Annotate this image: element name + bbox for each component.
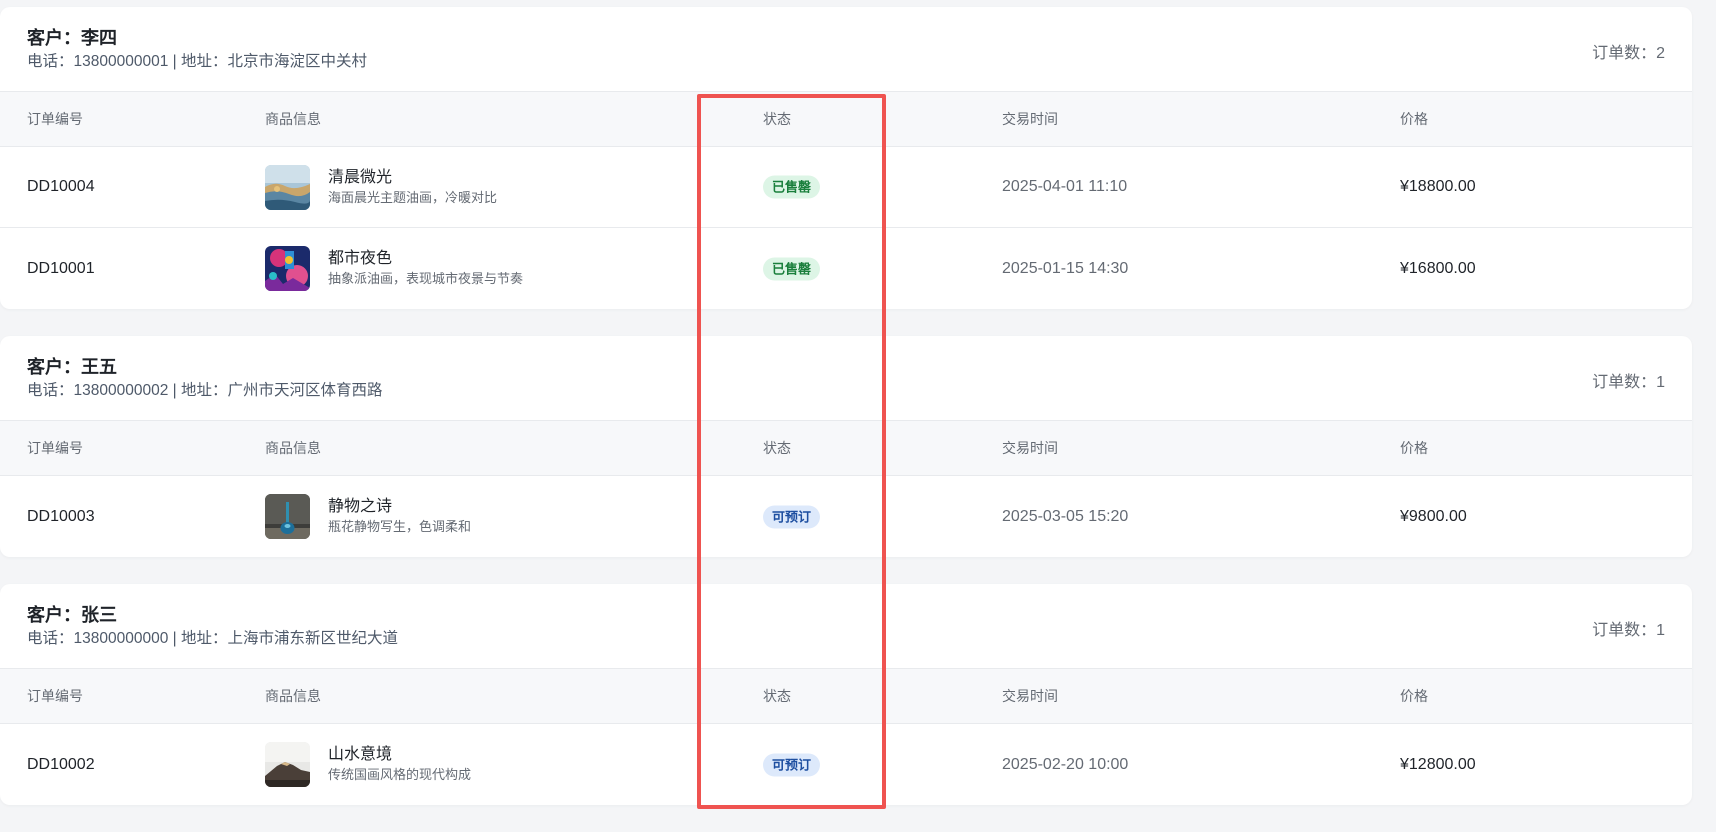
goods-info: 山水意境 传统国画风格的现代构成 (265, 742, 471, 787)
vase-still-life-thumbnail (265, 494, 310, 539)
customer-header: 客户：张三 电话：13800000000 | 地址：上海市浦东新区世纪大道 订单… (0, 584, 1692, 669)
table-header: 订单编号 商品信息 状态 交易时间 价格 (0, 669, 1692, 724)
goods-description: 瓶花静物写生，色调柔和 (328, 519, 472, 534)
column-header-price: 价格 (1400, 688, 1428, 704)
column-header-order-id: 订单编号 (27, 111, 83, 127)
order-id: DD10002 (27, 755, 95, 773)
status-badge: 已售罄 (763, 257, 821, 280)
table-row[interactable]: DD10001 都市夜色 抽象派油画，表现城市夜景与节奏 已售罄 2025-01… (0, 228, 1692, 309)
table-row[interactable]: DD10004 清晨微光 海面晨光主题油画，冷暖对比 已售罄 2025-04-0… (0, 147, 1692, 228)
status-badge: 已售罄 (763, 175, 821, 199)
customer-contact-info: 电话：13800000001 | 地址：北京市海淀区中关村 (27, 53, 367, 70)
price: ¥9800.00 (1400, 507, 1467, 525)
goods-description: 抽象派油画，表现城市夜景与节奏 (328, 271, 524, 286)
column-header-order-id: 订单编号 (27, 688, 83, 704)
goods-info: 都市夜色 抽象派油画，表现城市夜景与节奏 (265, 246, 523, 291)
goods-info: 清晨微光 海面晨光主题油画，冷暖对比 (265, 165, 497, 210)
column-header-order-id: 订单编号 (27, 440, 83, 456)
goods-name: 静物之诗 (328, 498, 393, 515)
customer-name: 客户：李四 (27, 28, 117, 48)
column-header-goods: 商品信息 (265, 111, 321, 127)
abstract-city-thumbnail (265, 246, 310, 291)
order-count: 订单数：1 (1592, 374, 1665, 391)
customer-name: 客户：王五 (27, 357, 117, 377)
transaction-time: 2025-01-15 14:30 (1002, 259, 1129, 277)
customer-orders-list: 客户：李四 电话：13800000001 | 地址：北京市海淀区中关村 订单数：… (0, 7, 1692, 832)
column-header-status: 状态 (763, 688, 791, 704)
goods-name: 清晨微光 (328, 169, 393, 186)
column-header-goods: 商品信息 (265, 440, 321, 456)
customer-contact-info: 电话：13800000002 | 地址：广州市天河区体育西路 (27, 382, 383, 399)
table-row[interactable]: DD10003 静物之诗 瓶花静物写生，色调柔和 可预订 2025-03-05 … (0, 476, 1692, 557)
column-header-status: 状态 (763, 111, 791, 127)
mountain-landscape-thumbnail (265, 742, 310, 787)
table-header: 订单编号 商品信息 状态 交易时间 价格 (0, 92, 1692, 147)
transaction-time: 2025-04-01 11:10 (1002, 178, 1128, 195)
customer-card: 客户：王五 电话：13800000002 | 地址：广州市天河区体育西路 订单数… (0, 336, 1692, 557)
status-badge: 可预订 (763, 505, 821, 528)
order-id: DD10003 (27, 507, 95, 525)
column-header-price: 价格 (1400, 440, 1428, 456)
column-header-time: 交易时间 (1002, 688, 1058, 704)
goods-description: 海面晨光主题油画，冷暖对比 (328, 190, 498, 205)
status-badge: 可预订 (763, 753, 821, 776)
table-header: 订单编号 商品信息 状态 交易时间 价格 (0, 421, 1692, 476)
goods-info: 静物之诗 瓶花静物写生，色调柔和 (265, 494, 471, 539)
column-header-price: 价格 (1400, 111, 1428, 127)
order-id: DD10004 (27, 178, 95, 195)
column-header-goods: 商品信息 (265, 688, 321, 704)
table-row[interactable]: DD10002 山水意境 传统国画风格的现代构成 可预订 2025-02-20 … (0, 724, 1692, 805)
goods-name: 都市夜色 (328, 250, 393, 267)
goods-name: 山水意境 (328, 746, 393, 763)
transaction-time: 2025-02-20 10:00 (1002, 755, 1129, 773)
column-header-time: 交易时间 (1002, 440, 1058, 456)
customer-contact-info: 电话：13800000000 | 地址：上海市浦东新区世纪大道 (27, 630, 398, 647)
customer-card: 客户：张三 电话：13800000000 | 地址：上海市浦东新区世纪大道 订单… (0, 584, 1692, 805)
order-count: 订单数：1 (1592, 622, 1665, 639)
customer-name: 客户：张三 (27, 605, 117, 625)
price: ¥16800.00 (1400, 259, 1476, 277)
transaction-time: 2025-03-05 15:20 (1002, 507, 1129, 525)
column-header-status: 状态 (763, 440, 791, 456)
price: ¥18800.00 (1400, 178, 1476, 195)
customer-header: 客户：李四 电话：13800000001 | 地址：北京市海淀区中关村 订单数：… (0, 7, 1692, 92)
column-header-time: 交易时间 (1002, 111, 1058, 127)
customer-header: 客户：王五 电话：13800000002 | 地址：广州市天河区体育西路 订单数… (0, 336, 1692, 421)
order-count: 订单数：2 (1592, 45, 1665, 62)
price: ¥12800.00 (1400, 755, 1476, 773)
customer-card: 客户：李四 电话：13800000001 | 地址：北京市海淀区中关村 订单数：… (0, 7, 1692, 309)
seascape-thumbnail (265, 165, 310, 210)
goods-description: 传统国画风格的现代构成 (328, 767, 472, 782)
order-id: DD10001 (27, 259, 95, 277)
